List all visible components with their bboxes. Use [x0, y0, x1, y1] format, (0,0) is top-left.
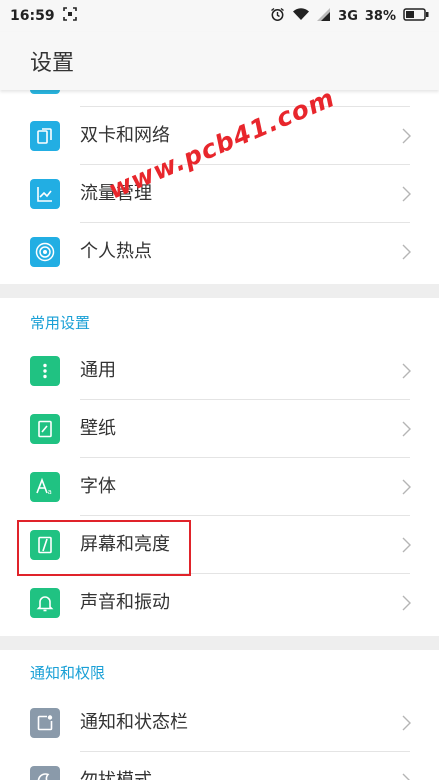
settings-item-do-not-disturb[interactable]: 勿扰模式: [0, 752, 439, 780]
bell-icon: [30, 588, 60, 618]
settings-item-label: 通知和状态栏: [80, 712, 188, 733]
status-right: 3G 38%: [270, 7, 429, 26]
settings-item-label: 字体: [80, 476, 116, 497]
settings-item-label: 声音和振动: [80, 592, 170, 613]
settings-group-common: 常用设置 通用 壁纸 a 字体 屏幕和亮度 声音和振动: [0, 298, 439, 636]
do-not-disturb-icon: [30, 766, 60, 780]
signal-icon: [317, 7, 331, 25]
battery-icon: [403, 7, 429, 25]
chevron-right-icon: [402, 479, 411, 495]
data-usage-icon: [30, 179, 60, 209]
network-type: 3G: [338, 8, 358, 24]
chevron-right-icon: [402, 715, 411, 731]
header: 设置: [0, 32, 439, 90]
alarm-icon: [270, 7, 285, 26]
chevron-right-icon: [402, 773, 410, 780]
screenshot-icon: [62, 7, 77, 25]
highlight-box: [17, 520, 191, 576]
settings-item-notifications[interactable]: 通知和状态栏: [0, 694, 439, 752]
chevron-right-icon: [402, 537, 411, 553]
more-vertical-icon: [30, 356, 60, 386]
status-bar: 16:59 3G 38%: [0, 0, 439, 32]
settings-item-sound[interactable]: 声音和振动: [0, 574, 439, 632]
page-title: 设置: [30, 51, 75, 76]
settings-group-network: 双卡和网络 流量管理 个人热点: [0, 86, 439, 284]
settings-item-data-usage[interactable]: 流量管理: [0, 165, 439, 223]
wallpaper-icon: [30, 414, 60, 444]
chevron-right-icon: [402, 421, 411, 437]
chevron-right-icon: [402, 128, 411, 144]
status-left: 16:59: [10, 7, 77, 25]
font-icon: a: [30, 472, 60, 502]
section-title: 通知和权限: [30, 664, 106, 682]
settings-item-wallpaper[interactable]: 壁纸: [0, 400, 439, 458]
settings-item-label: 个人热点: [80, 241, 152, 262]
hotspot-icon: [30, 237, 60, 267]
battery-percent: 38%: [364, 8, 396, 24]
settings-group-notifications: 通知和权限 通知和状态栏 勿扰模式: [0, 650, 439, 780]
chevron-right-icon: [402, 244, 411, 260]
settings-item-label: 壁纸: [80, 418, 116, 439]
status-time: 16:59: [10, 8, 55, 24]
notification-icon: [30, 708, 60, 738]
chevron-right-icon: [402, 595, 411, 611]
settings-item-general[interactable]: 通用: [0, 342, 439, 400]
chevron-right-icon: [402, 186, 411, 202]
settings-item-label: 勿扰模式: [80, 752, 152, 780]
chevron-right-icon: [402, 363, 411, 379]
settings-item-hotspot[interactable]: 个人热点: [0, 223, 439, 281]
wifi-icon: [292, 7, 310, 25]
section-title: 常用设置: [30, 314, 91, 332]
settings-item-label: 通用: [80, 360, 116, 381]
sim-card-icon: [30, 121, 60, 151]
svg-text:a: a: [48, 488, 52, 496]
settings-item-font[interactable]: a 字体: [0, 458, 439, 516]
